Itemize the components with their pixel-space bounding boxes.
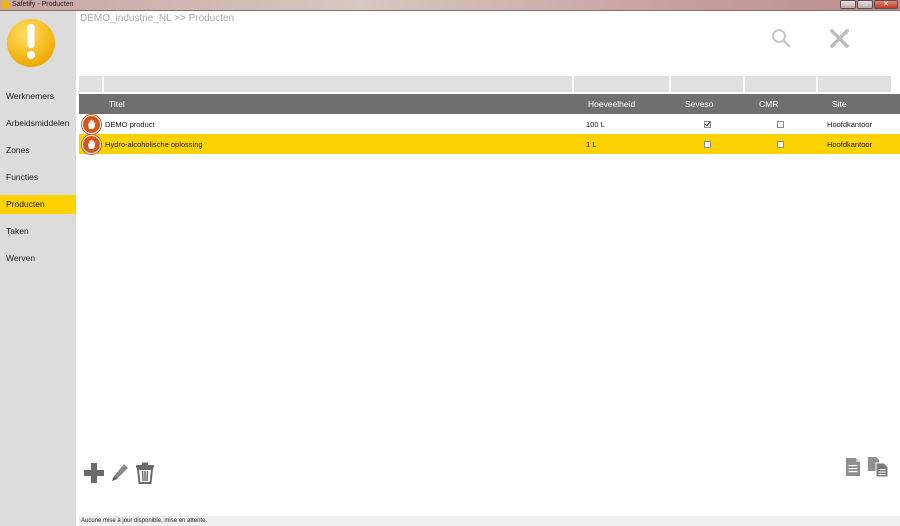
window-controls: – □ ✕ xyxy=(839,0,898,10)
cell-cmr xyxy=(744,120,817,128)
cell-titel: Hydro-alcoholische oplossing xyxy=(105,139,203,149)
close-window-button[interactable]: ✕ xyxy=(874,0,898,9)
row-marker xyxy=(79,134,103,154)
bottom-actions-left xyxy=(83,462,155,489)
document-icon xyxy=(846,458,860,476)
sidebar-item-functies[interactable]: Functies xyxy=(0,168,76,187)
filter-cmr[interactable] xyxy=(745,76,818,92)
table-header: Titel Hoeveelheid Seveso CMR Site xyxy=(79,94,900,114)
maximize-icon: □ xyxy=(862,1,868,8)
filter-titel[interactable] xyxy=(104,76,574,92)
cell-site: Hoofdkantoor xyxy=(827,119,873,129)
maximize-button[interactable]: □ xyxy=(857,0,873,9)
header-titel[interactable]: Titel xyxy=(104,94,574,114)
document-button[interactable] xyxy=(845,457,861,482)
sidebar-item-taken[interactable]: Taken xyxy=(0,222,76,241)
close-button[interactable] xyxy=(829,28,850,53)
copy-documents-icon xyxy=(868,457,889,478)
bottom-actions-right xyxy=(845,456,889,483)
breadcrumb: DEMO_industrie_NL >> Producten xyxy=(80,13,235,24)
search-icon xyxy=(772,29,791,48)
search-button[interactable] xyxy=(771,28,791,53)
cell-site: Hoofdkantoor xyxy=(827,139,873,149)
cell-hoeveelheid: 100 L xyxy=(586,119,605,129)
cmr-checkbox[interactable] xyxy=(777,140,784,148)
filter-site[interactable] xyxy=(818,76,891,92)
filter-cell-icon xyxy=(79,76,104,92)
warning-exclamation-icon xyxy=(7,19,55,67)
edit-pencil-icon xyxy=(112,464,128,481)
app-icon xyxy=(2,1,10,9)
close-window-icon: ✕ xyxy=(883,1,889,8)
cell-titel: DEMO product xyxy=(105,119,155,129)
sidebar-item-arbeidsmiddelen[interactable]: Arbeidsmiddelen xyxy=(0,114,76,133)
window-title: Safetify - Producten xyxy=(12,1,74,8)
filter-row xyxy=(79,76,891,92)
window-titlebar: Safetify - Producten – □ ✕ xyxy=(0,0,900,11)
sidebar-nav: Werknemers Arbeidsmiddelen Zones Functie… xyxy=(0,87,76,276)
cell-seveso xyxy=(670,120,744,128)
cmr-checkbox[interactable] xyxy=(777,120,784,128)
header-hoeveelheid[interactable]: Hoeveelheid xyxy=(574,94,671,114)
sidebar-item-zones[interactable]: Zones xyxy=(0,141,76,160)
table-row[interactable]: DEMO product 100 L Hoofdkantoor xyxy=(79,114,900,134)
close-icon xyxy=(829,28,850,49)
header-site[interactable]: Site xyxy=(818,94,900,114)
filter-seveso[interactable] xyxy=(671,76,745,92)
sidebar: Werknemers Arbeidsmiddelen Zones Functie… xyxy=(0,11,76,526)
add-icon xyxy=(84,463,104,483)
stop-hand-icon xyxy=(81,134,101,154)
copy-documents-button[interactable] xyxy=(867,456,889,483)
filter-hoeveelheid[interactable] xyxy=(574,76,671,92)
sidebar-item-producten[interactable]: Producten xyxy=(0,195,76,214)
row-marker xyxy=(79,114,103,134)
sidebar-item-werven[interactable]: Werven xyxy=(0,249,76,268)
edit-button[interactable] xyxy=(111,463,129,488)
trash-icon xyxy=(136,462,154,484)
cell-hoeveelheid: 1 L xyxy=(586,139,597,149)
delete-button[interactable] xyxy=(135,462,155,489)
stop-hand-icon xyxy=(81,114,101,134)
seveso-checkbox[interactable] xyxy=(703,140,711,148)
sidebar-item-werknemers[interactable]: Werknemers xyxy=(0,87,76,106)
header-seveso[interactable]: Seveso xyxy=(671,94,745,114)
status-bar: Aucune mise à jour disponible, mise en a… xyxy=(79,516,900,526)
header-icon-col xyxy=(79,94,104,114)
products-table: Titel Hoeveelheid Seveso CMR Site DEMO p… xyxy=(79,94,900,154)
cell-cmr xyxy=(744,140,817,148)
header-cmr[interactable]: CMR xyxy=(745,94,818,114)
cell-seveso xyxy=(670,140,744,148)
table-row[interactable]: Hydro-alcoholische oplossing 1 L Hoofdka… xyxy=(79,134,900,154)
add-button[interactable] xyxy=(83,462,105,489)
seveso-checkbox[interactable] xyxy=(703,120,711,128)
minimize-icon: – xyxy=(846,1,850,8)
minimize-button[interactable]: – xyxy=(840,0,856,9)
